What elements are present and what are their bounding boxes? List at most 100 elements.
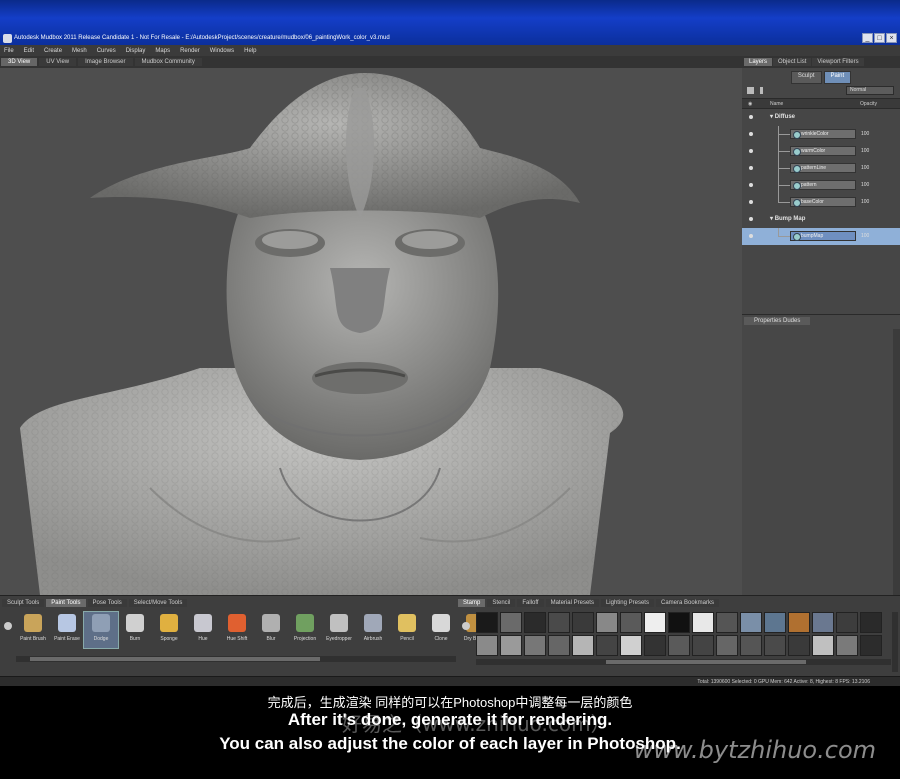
tool-eyedropper[interactable]: Eyedropper (322, 612, 356, 648)
new-layer-icon[interactable] (747, 87, 754, 94)
tab-lighting-presets[interactable]: Lighting Presets (600, 599, 654, 607)
menu-help[interactable]: Help (244, 48, 256, 54)
stamp-thumbnail[interactable] (644, 612, 666, 633)
tool-paint-erase[interactable]: Paint Erase (50, 612, 84, 648)
minimize-button[interactable]: _ (862, 33, 873, 43)
stamp-thumbnail[interactable] (620, 612, 642, 633)
layer-opacity[interactable]: 100 (861, 148, 869, 154)
tab-falloff[interactable]: Falloff (517, 599, 544, 607)
stamp-thumbnail[interactable] (692, 612, 714, 633)
layer-row-selected[interactable]: bumpMap 100 (742, 228, 900, 245)
layer-opacity[interactable]: 100 (861, 131, 869, 137)
layer-row[interactable]: patternLine 100 (742, 160, 900, 177)
layer-name[interactable]: pattern (790, 180, 856, 190)
stamp-thumbnail[interactable] (860, 635, 882, 656)
stamp-thumbnail[interactable] (500, 612, 522, 633)
stamp-thumbnail[interactable] (668, 612, 690, 633)
tool-hue-shift[interactable]: Hue Shift (220, 612, 254, 648)
stamp-thumbnail[interactable] (596, 612, 618, 633)
close-button[interactable]: × (886, 33, 897, 43)
stamp-thumbnail[interactable] (668, 635, 690, 656)
maximize-button[interactable]: □ (874, 33, 885, 43)
stamp-thumbnail[interactable] (740, 612, 762, 633)
tool-pencil[interactable]: Pencil (390, 612, 424, 648)
eye-icon[interactable] (749, 234, 753, 238)
eye-icon[interactable] (749, 183, 753, 187)
stamp-thumbnail[interactable] (764, 612, 786, 633)
layer-row[interactable]: baseColor 100 (742, 194, 900, 211)
stamp-thumbnail[interactable] (572, 635, 594, 656)
tab-stamp[interactable]: Stamp (458, 599, 486, 607)
layer-row[interactable]: pattern 100 (742, 177, 900, 194)
scrollbar-thumb[interactable] (30, 657, 320, 661)
3d-viewport[interactable] (0, 68, 742, 595)
tool-dodge[interactable]: Dodge (83, 611, 119, 649)
eye-icon[interactable] (749, 166, 753, 170)
layer-opacity[interactable]: 100 (861, 165, 869, 171)
layer-group-bump-map[interactable]: ▾ Bump Map (742, 211, 900, 228)
tab-properties[interactable]: Properties Dudes (744, 317, 811, 325)
layer-opacity[interactable]: 100 (861, 182, 869, 188)
stamp-thumbnail[interactable] (812, 612, 834, 633)
eye-icon[interactable] (749, 217, 753, 221)
layer-name[interactable]: baseColor (790, 197, 856, 207)
scrollbar-thumb[interactable] (606, 660, 806, 664)
stamp-thumbnail[interactable] (548, 612, 570, 633)
stamp-scrollbar[interactable] (476, 659, 891, 665)
tool-clone[interactable]: Clone (424, 612, 458, 648)
eye-icon[interactable] (749, 132, 753, 136)
stamp-thumbnail[interactable] (620, 635, 642, 656)
creature-sculpt-render[interactable] (0, 68, 742, 595)
tab-pose-tools[interactable]: Pose Tools (87, 599, 127, 607)
stamp-thumbnail[interactable] (476, 612, 498, 633)
stamp-thumbnail[interactable] (836, 635, 858, 656)
menu-windows[interactable]: Windows (210, 48, 234, 54)
layer-name[interactable]: patternLine (790, 163, 856, 173)
stamp-thumbnail[interactable] (500, 635, 522, 656)
layer-row[interactable]: warmColor 100 (742, 143, 900, 160)
tab-paint[interactable]: Paint (823, 71, 852, 84)
stamp-thumbnail[interactable] (692, 635, 714, 656)
stamp-thumbnail[interactable] (524, 612, 546, 633)
properties-scrollbar[interactable] (893, 329, 900, 595)
tab-material-presets[interactable]: Material Presets (545, 599, 599, 607)
layer-name[interactable]: bumpMap (790, 231, 856, 241)
menu-file[interactable]: File (4, 48, 14, 54)
stamp-thumbnail[interactable] (836, 612, 858, 633)
tab-object-list[interactable]: Object List (773, 58, 812, 66)
stamp-thumbnail[interactable] (716, 612, 738, 633)
stamp-thumbnail[interactable] (740, 635, 762, 656)
stamp-thumbnail[interactable] (524, 635, 546, 656)
stamp-thumbnail[interactable] (476, 635, 498, 656)
tools-scroll-left-icon[interactable] (4, 622, 12, 630)
layer-name[interactable]: warmColor (790, 146, 856, 156)
stamp-vertical-scrollbar[interactable] (892, 612, 898, 672)
eye-icon[interactable] (749, 115, 753, 119)
stamp-thumbnail[interactable] (596, 635, 618, 656)
tool-hue[interactable]: Hue (186, 612, 220, 648)
tab-image-browser[interactable]: Image Browser (78, 58, 133, 66)
tool-projection[interactable]: Projection (288, 612, 322, 648)
menu-display[interactable]: Display (126, 48, 146, 54)
stamp-thumbnail[interactable] (860, 612, 882, 633)
tool-paint-brush[interactable]: Paint Brush (16, 612, 50, 648)
tab-paint-tools[interactable]: Paint Tools (46, 599, 86, 607)
layer-name[interactable]: wrinkleColor (790, 129, 856, 139)
stamp-thumbnail[interactable] (716, 635, 738, 656)
stamp-thumbnail[interactable] (548, 635, 570, 656)
tool-sponge[interactable]: Sponge (152, 612, 186, 648)
layer-group-diffuse[interactable]: ▾ Diffuse (742, 109, 900, 126)
eye-icon[interactable] (749, 200, 753, 204)
layer-opacity[interactable]: 100 (861, 199, 869, 205)
stamp-thumbnail[interactable] (644, 635, 666, 656)
menu-mesh[interactable]: Mesh (72, 48, 87, 54)
layer-menu-icon[interactable] (760, 87, 763, 94)
tab-uv-view[interactable]: UV View (39, 58, 77, 66)
tab-sculpt[interactable]: Sculpt (790, 71, 822, 84)
menu-edit[interactable]: Edit (24, 48, 34, 54)
tool-airbrush[interactable]: Airbrush (356, 612, 390, 648)
tab-layers[interactable]: Layers (744, 58, 773, 66)
blend-mode-select[interactable]: Normal (846, 86, 894, 95)
layer-row[interactable]: wrinkleColor 100 (742, 126, 900, 143)
menu-render[interactable]: Render (180, 48, 200, 54)
